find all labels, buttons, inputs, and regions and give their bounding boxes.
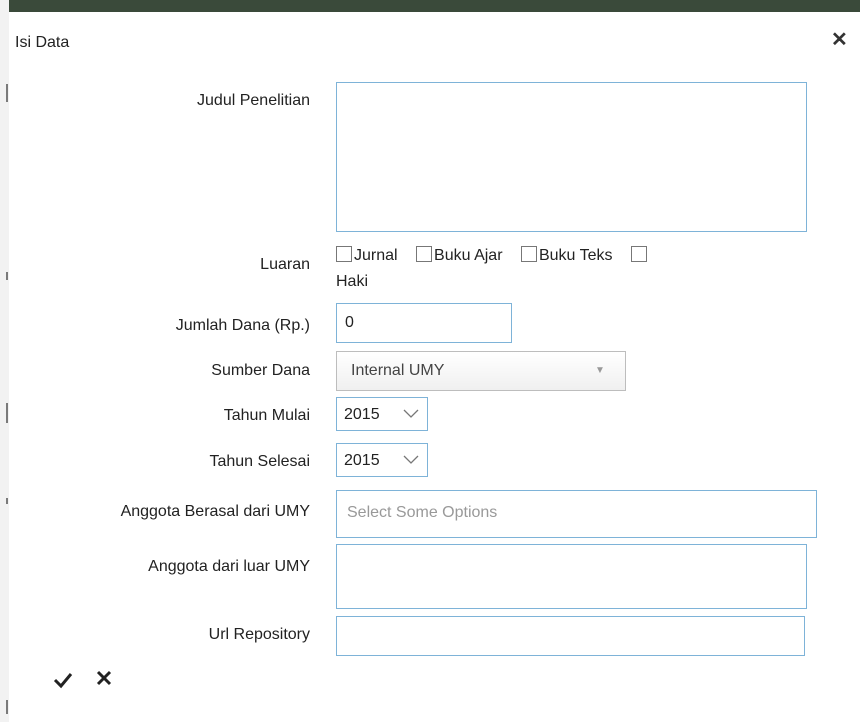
luaran-checkbox-group: Jurnal Buku Ajar Buku Teks Haki	[336, 246, 776, 292]
anggota-luar-label: Anggota dari luar UMY	[148, 558, 310, 575]
url-repository-label: Url Repository	[208, 626, 310, 643]
tahun-selesai-label: Tahun Selesai	[209, 453, 310, 470]
tahun-mulai-value: 2015	[344, 406, 380, 423]
sumber-dana-select[interactable]: Internal UMY ▼	[336, 351, 626, 391]
background-window-bar	[0, 0, 860, 12]
tahun-selesai-value: 2015	[344, 452, 380, 469]
checkbox-label-jurnal: Jurnal	[354, 247, 398, 264]
tahun-selesai-select[interactable]: 2015	[336, 443, 428, 477]
background-page-edge	[0, 0, 9, 722]
dropdown-arrow-icon: ▼	[595, 365, 605, 376]
checkbox-buku-ajar[interactable]	[416, 246, 433, 262]
luaran-option-buku-ajar[interactable]: Buku Ajar	[416, 246, 503, 266]
checkbox-label-haki: Haki	[336, 273, 369, 290]
edge-mark	[6, 84, 8, 102]
edge-mark	[6, 498, 8, 504]
checkbox-jurnal[interactable]	[336, 246, 352, 262]
luaran-label: Luaran	[260, 256, 310, 273]
dialog-title: Isi Data	[15, 34, 70, 51]
chevron-down-icon	[403, 409, 419, 418]
judul-penelitian-label: Judul Penelitian	[197, 92, 310, 109]
tahun-mulai-label: Tahun Mulai	[223, 407, 310, 424]
jumlah-dana-input[interactable]	[336, 303, 512, 343]
edge-mark	[6, 700, 8, 714]
checkbox-buku-teks[interactable]	[520, 246, 537, 262]
tahun-mulai-select[interactable]: 2015	[336, 397, 428, 431]
close-icon[interactable]: ✕	[831, 30, 848, 50]
luaran-option-haki[interactable]	[630, 246, 649, 266]
isi-data-dialog: Isi Data ✕ Judul Penelitian Luaran Jurna…	[9, 12, 860, 722]
checkbox-haki[interactable]	[630, 246, 647, 262]
checkmark-icon[interactable]	[53, 671, 73, 689]
checkbox-label-buku-ajar: Buku Ajar	[434, 247, 503, 264]
url-repository-input[interactable]	[336, 616, 805, 656]
judul-penelitian-textarea[interactable]	[336, 82, 807, 232]
dialog-titlebar: Isi Data ✕	[9, 12, 860, 68]
sumber-dana-label: Sumber Dana	[211, 362, 310, 379]
cancel-close-icon[interactable]	[95, 669, 113, 687]
sumber-dana-value: Internal UMY	[351, 362, 445, 379]
checkbox-label-buku-teks: Buku Teks	[538, 247, 613, 264]
luaran-option-jurnal[interactable]: Jurnal	[336, 246, 398, 266]
anggota-umy-placeholder: Select Some Options	[347, 504, 498, 521]
chevron-down-icon	[403, 455, 419, 464]
edge-mark	[6, 403, 8, 423]
anggota-umy-multiselect[interactable]: Select Some Options	[336, 490, 817, 538]
anggota-umy-label: Anggota Berasal dari UMY	[120, 503, 310, 520]
luaran-option-buku-teks[interactable]: Buku Teks	[520, 246, 613, 266]
anggota-luar-textarea[interactable]	[336, 544, 807, 609]
edge-mark	[6, 272, 8, 280]
jumlah-dana-label: Jumlah Dana (Rp.)	[175, 317, 310, 334]
